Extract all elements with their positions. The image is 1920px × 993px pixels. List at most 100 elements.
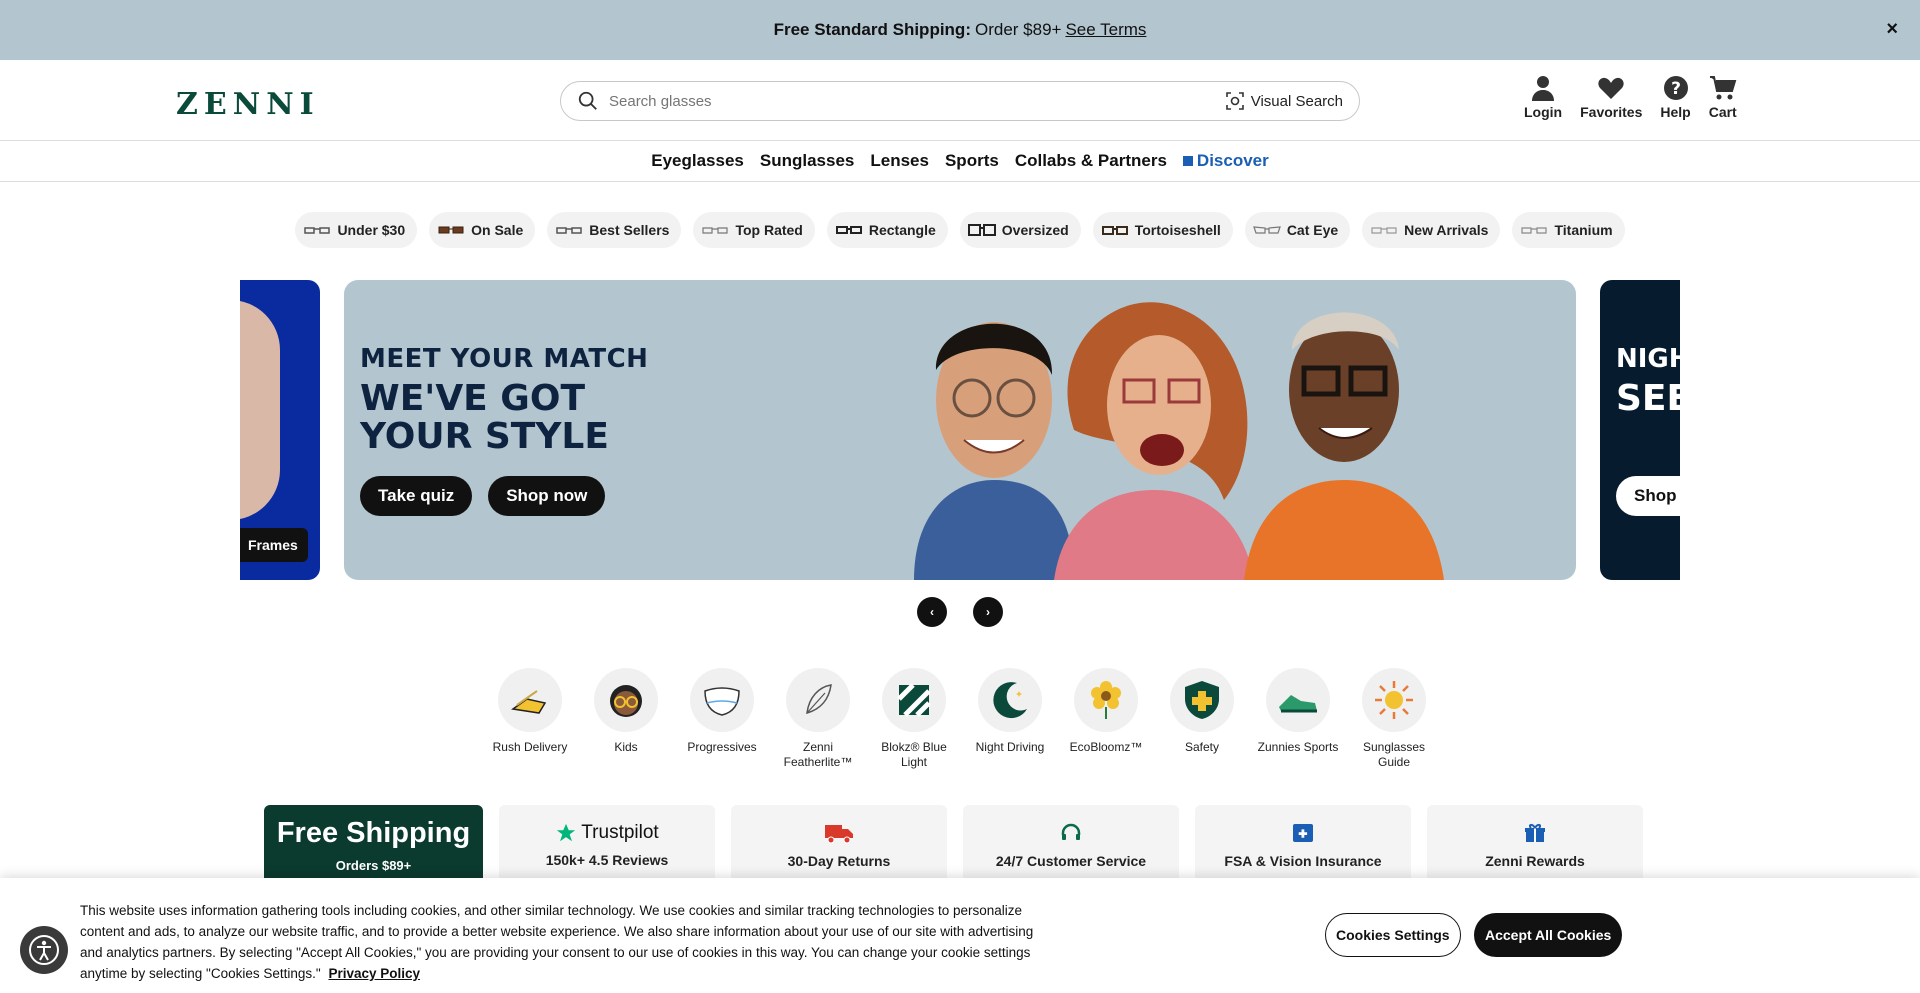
nav-discover-label: Discover bbox=[1196, 151, 1269, 170]
help-icon: ? bbox=[1663, 76, 1688, 100]
category-blokz[interactable]: Blokz® Blue Light bbox=[872, 668, 956, 770]
chip-new-arrivals[interactable]: New Arrivals bbox=[1362, 212, 1501, 248]
search-input[interactable] bbox=[609, 92, 1225, 110]
category-progressives[interactable]: Progressives bbox=[680, 668, 764, 770]
next-slide-shop-button[interactable]: Shop n bbox=[1616, 476, 1680, 516]
chip-tortoiseshell[interactable]: Tortoiseshell bbox=[1092, 212, 1233, 248]
trustpilot-tile[interactable]: Trustpilot 150k+ 4.5 Reviews bbox=[499, 805, 715, 885]
category-label: Night Driving bbox=[975, 740, 1045, 754]
login-button[interactable]: Login bbox=[1524, 74, 1562, 120]
promo-bold: Free Standard Shipping: bbox=[773, 20, 971, 39]
chip-label: Best Sellers bbox=[589, 222, 670, 238]
hero-models-image bbox=[914, 302, 1444, 580]
returns-tile[interactable]: 30-Day Returns bbox=[731, 805, 947, 885]
category-safety[interactable]: Safety bbox=[1160, 668, 1244, 770]
chip-label: Tortoiseshell bbox=[1134, 222, 1221, 238]
cart-icon bbox=[1709, 76, 1737, 100]
see-terms-link[interactable]: See Terms bbox=[1065, 20, 1146, 40]
close-icon[interactable]: × bbox=[1886, 18, 1898, 41]
next-slide-kicker: NIGH bbox=[1616, 344, 1680, 374]
returns-label: 30-Day Returns bbox=[787, 853, 891, 869]
chip-cat-eye[interactable]: Cat Eye bbox=[1244, 212, 1351, 248]
sun-icon bbox=[1375, 681, 1413, 719]
free-shipping-tile[interactable]: Free Shipping Orders $89+ bbox=[264, 805, 483, 885]
category-featherlite[interactable]: Zenni Featherlite™ bbox=[776, 668, 860, 770]
privacy-policy-link[interactable]: Privacy Policy bbox=[328, 966, 420, 981]
nav-sunglasses[interactable]: Sunglasses bbox=[760, 151, 855, 171]
search-icon bbox=[578, 91, 597, 110]
visual-search-label: Visual Search bbox=[1250, 92, 1343, 110]
promo-banner: Free Standard Shipping: Order $89+ See T… bbox=[0, 0, 1920, 60]
visual-search-button[interactable]: Visual Search bbox=[1225, 91, 1343, 111]
favorites-label: Favorites bbox=[1580, 104, 1643, 120]
category-ecobloomz[interactable]: EcoBloomz™ bbox=[1064, 668, 1148, 770]
svg-text:ZENNI: ZENNI bbox=[176, 88, 320, 120]
favorites-button[interactable]: Favorites bbox=[1580, 74, 1642, 120]
heart-icon bbox=[1598, 77, 1624, 99]
category-label: Sunglasses Guide bbox=[1362, 740, 1426, 769]
free-shipping-title: Free Shipping bbox=[276, 817, 471, 849]
sunglasses-icon bbox=[438, 226, 464, 234]
glasses-icon bbox=[1521, 227, 1548, 234]
camera-scan-icon bbox=[1225, 92, 1244, 110]
accessibility-button[interactable] bbox=[20, 926, 68, 974]
cookie-banner: This website uses information gathering … bbox=[0, 878, 1920, 993]
chip-best-sellers[interactable]: Best Sellers bbox=[547, 212, 682, 248]
search-bar[interactable]: Visual Search bbox=[560, 81, 1360, 121]
chip-on-sale[interactable]: On Sale bbox=[429, 212, 536, 248]
carousel-next-button[interactable]: › bbox=[973, 597, 1003, 627]
nav-discover[interactable]: Discover bbox=[1182, 151, 1269, 171]
glasses-icon bbox=[1101, 226, 1128, 235]
nav-lenses[interactable]: Lenses bbox=[870, 151, 929, 171]
slide-tag[interactable]: Frames bbox=[240, 528, 308, 562]
chip-rectangle[interactable]: Rectangle bbox=[826, 212, 948, 248]
category-shortcuts: Rush Delivery Kids Progressives Zenni Fe… bbox=[488, 668, 1436, 770]
category-zunnies-sports[interactable]: Zunnies Sports bbox=[1256, 668, 1340, 770]
cart-button[interactable]: Cart bbox=[1709, 74, 1737, 120]
category-label: Rush Delivery bbox=[492, 740, 568, 754]
discover-icon bbox=[1182, 156, 1193, 166]
kids-icon bbox=[610, 685, 642, 717]
zenni-logo[interactable]: ZENNI bbox=[176, 88, 326, 120]
category-label: Progressives bbox=[687, 740, 757, 754]
chip-oversized[interactable]: Oversized bbox=[959, 212, 1081, 248]
shop-now-button[interactable]: Shop now bbox=[488, 476, 606, 516]
cookie-text: This website uses information gathering … bbox=[80, 900, 1040, 984]
category-label: Zenni Featherlite™ bbox=[783, 740, 853, 769]
feather-icon bbox=[806, 684, 832, 715]
category-night-driving[interactable]: Night Driving bbox=[968, 668, 1052, 770]
glasses-icon bbox=[556, 227, 583, 234]
carousel-slide-next[interactable]: NIGH SEE DRIV Shop n bbox=[1600, 280, 1680, 580]
chip-label: Oversized bbox=[1001, 222, 1069, 238]
headset-icon bbox=[1061, 823, 1081, 840]
category-label: EcoBloomz™ bbox=[1069, 740, 1143, 754]
free-shipping-subtitle: Orders $89+ bbox=[335, 858, 412, 873]
hero-kicker: MEET YOUR MATCH bbox=[360, 344, 649, 374]
help-button[interactable]: ? Help bbox=[1660, 74, 1691, 120]
nav-collabs[interactable]: Collabs & Partners bbox=[1015, 151, 1167, 171]
progressives-icon bbox=[704, 687, 740, 716]
nav-sports[interactable]: Sports bbox=[945, 151, 999, 171]
cookies-settings-button[interactable]: Cookies Settings bbox=[1325, 913, 1461, 957]
carousel-prev-button[interactable]: ‹ bbox=[917, 597, 947, 627]
glasses-icon bbox=[304, 227, 331, 234]
carousel-controls: ‹ › bbox=[917, 597, 1003, 627]
site-header: ZENNI Visual Search Login Favorites ? He… bbox=[0, 60, 1920, 140]
chip-label: Titanium bbox=[1554, 222, 1613, 238]
rewards-tile[interactable]: Zenni Rewards bbox=[1427, 805, 1643, 885]
chip-under-30[interactable]: Under $30 bbox=[295, 212, 418, 248]
accept-all-cookies-button[interactable]: Accept All Cookies bbox=[1474, 913, 1623, 957]
rewards-label: Zenni Rewards bbox=[1485, 853, 1585, 869]
category-sunglasses-guide[interactable]: Sunglasses Guide bbox=[1352, 668, 1436, 770]
chip-label: On Sale bbox=[471, 222, 524, 238]
chip-top-rated[interactable]: Top Rated bbox=[693, 212, 815, 248]
category-kids[interactable]: Kids bbox=[584, 668, 668, 770]
category-rush-delivery[interactable]: Rush Delivery bbox=[488, 668, 572, 770]
nav-eyeglasses[interactable]: Eyeglasses bbox=[651, 151, 744, 171]
chip-label: New Arrivals bbox=[1404, 222, 1489, 238]
chip-titanium[interactable]: Titanium bbox=[1512, 212, 1625, 248]
take-quiz-button[interactable]: Take quiz bbox=[360, 476, 473, 516]
customer-service-tile[interactable]: 24/7 Customer Service bbox=[963, 805, 1179, 885]
carousel-slide-prev[interactable]: Frames bbox=[240, 280, 320, 580]
fsa-insurance-tile[interactable]: FSA & Vision Insurance bbox=[1195, 805, 1411, 885]
